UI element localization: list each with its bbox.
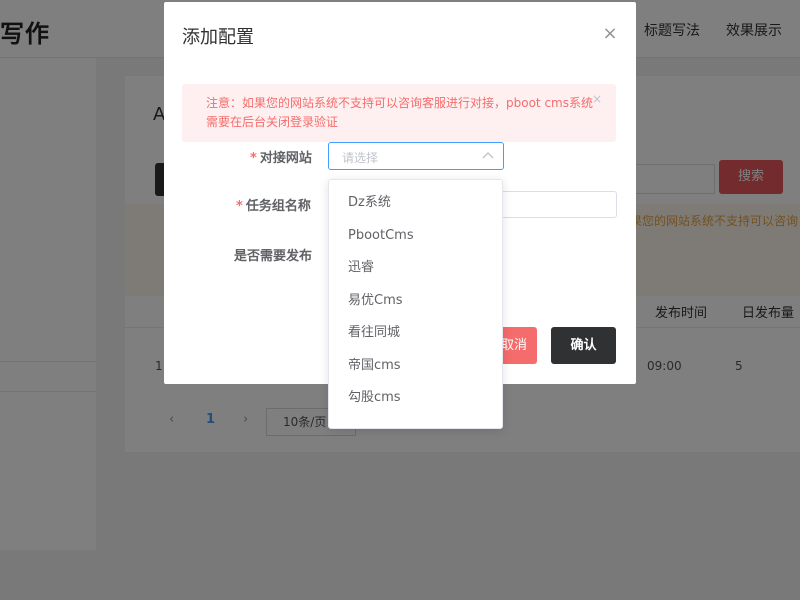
required-asterisk: * [250,151,257,166]
chevron-up-icon [482,152,494,159]
site-select-placeholder: 请选择 [342,151,379,165]
dropdown-option[interactable]: 易优Cms [329,286,502,316]
confirm-button[interactable]: 确认 [551,327,616,364]
site-field-label: * 对接网站 [250,147,312,166]
site-label-text: 对接网站 [259,151,312,166]
required-asterisk: * [236,199,243,214]
dropdown-option[interactable]: Dz系统 [329,188,502,218]
publish-field-label: 是否需要发布 [234,249,313,264]
dropdown-option[interactable]: 勾股cms [329,383,502,413]
dropdown-option[interactable]: 帝国cms [329,351,502,381]
group-field-label: * 任务组名称 [236,195,311,214]
dropdown-option[interactable]: PbootCms [329,221,502,251]
notice-alert: 注意：如果您的网站系统不支持可以咨询客服进行对接，pboot cms系统需要在后… [182,84,616,142]
group-name-input[interactable] [500,191,617,218]
dropdown-option[interactable]: 看往同城 [329,318,502,348]
dialog-title: 添加配置 [182,27,254,48]
site-select[interactable]: 请选择 [328,142,504,170]
dropdown-option[interactable]: Word [329,420,502,428]
dropdown-option[interactable]: 迅睿 [329,253,502,283]
site-select-dropdown: Dz系统 PbootCms 迅睿 易优Cms 看往同城 帝国cms 勾股cms … [328,179,503,429]
close-icon[interactable]: × [600,24,620,44]
notice-text: 注意：如果您的网站系统不支持可以咨询客服进行对接，pboot cms系统需要在后… [206,96,593,129]
group-label-text: 任务组名称 [245,199,311,214]
notice-close-icon[interactable]: × [592,92,602,106]
